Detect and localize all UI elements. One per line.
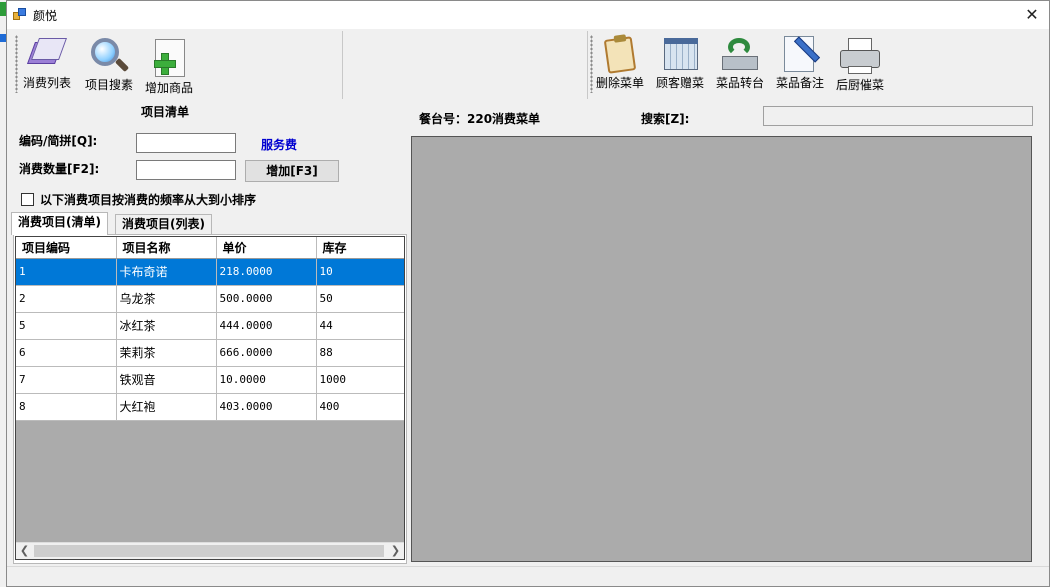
gift-dish-button[interactable]: 顾客赠菜 [656,34,704,91]
grid-header-row: 项目编码 项目名称 单价 库存 [16,237,404,259]
sort-checkbox-label: 以下消费项目按消费的频率从大到小排序 [40,193,257,207]
cell-name: 大红袍 [116,393,217,421]
app-icon [13,8,27,21]
consume-list-label: 消费列表 [23,76,72,90]
cell-stock: 44 [316,312,404,340]
consumed-menu-area[interactable] [411,136,1032,562]
kitchen-rush-button[interactable]: 后厨催菜 [836,36,884,93]
tab-consume-list[interactable]: 消费项目(列表) [115,214,212,234]
calendar-grid-icon [658,34,702,74]
transfer-table-label: 菜品转台 [716,76,765,90]
code-label: 编码/简拼[Q]: [19,134,98,148]
note-pencil-icon [778,34,822,74]
status-divider [7,566,1049,567]
table-row[interactable]: 8 大红袍 403.0000 400 [16,393,404,421]
table-row[interactable]: 1 卡布奇诺 218.0000 10 [16,258,404,286]
search-item-button[interactable]: 项目搜素 [85,36,133,93]
magnifier-icon [87,36,131,76]
cell-name: 冰红茶 [116,312,217,340]
cell-name: 茉莉茶 [116,339,217,367]
col-header-name[interactable]: 项目名称 [116,237,217,259]
window-title: 颜悦 [33,9,58,23]
sort-checkbox-row[interactable]: 以下消费项目按消费的频率从大到小排序 [21,191,256,208]
items-table: 项目编码 项目名称 单价 库存 1 卡布奇诺 218.0000 10 2 乌龙茶… [16,237,404,421]
toolbar-right: 删除菜单 顾客赠菜 菜品转台 菜品备注 后厨催菜 [587,31,892,99]
code-input[interactable] [136,133,236,153]
consume-list-icon [25,34,69,74]
toolbar-grip[interactable] [15,35,18,93]
cell-stock: 10 [316,258,404,286]
cell-code: 8 [16,393,117,421]
horizontal-scrollbar[interactable]: ❮ ❯ [16,542,404,559]
table-row[interactable]: 2 乌龙茶 500.0000 50 [16,285,404,313]
delete-menu-button[interactable]: 删除菜单 [596,34,644,91]
toolbar-grip-right[interactable] [590,35,593,93]
printer-icon [838,36,882,76]
cell-price: 666.0000 [216,339,317,367]
cell-price: 403.0000 [216,393,317,421]
panel-title: 项目清单 [141,105,190,119]
cell-code: 7 [16,366,117,394]
cell-code: 6 [16,339,117,367]
delete-menu-label: 删除菜单 [596,76,645,90]
title-bar: 颜悦 ✕ [7,1,1049,29]
add-item-button[interactable]: 增加商品 [145,39,193,96]
qty-input[interactable] [136,160,236,180]
transfer-icon [718,34,762,74]
scroll-right-icon[interactable]: ❯ [387,543,404,559]
transfer-table-button[interactable]: 菜品转台 [716,34,764,91]
cell-stock: 400 [316,393,404,421]
search-item-label: 项目搜素 [85,78,134,92]
scroll-left-icon[interactable]: ❮ [16,543,33,559]
table-row[interactable]: 5 冰红茶 444.0000 44 [16,312,404,340]
cell-name: 铁观音 [116,366,217,394]
clipboard-icon [598,34,642,74]
cell-price: 218.0000 [216,258,317,286]
cell-code: 2 [16,285,117,313]
scrollbar-thumb[interactable] [34,545,384,557]
cell-price: 500.0000 [216,285,317,313]
table-row[interactable]: 7 铁观音 10.0000 1000 [16,366,404,394]
table-number-label: 餐台号：220消费菜单 [419,112,541,126]
add-item-icon [147,39,191,79]
tab-consume-detail[interactable]: 消费项目(清单) [11,212,108,235]
kitchen-rush-label: 后厨催菜 [836,78,885,92]
cell-code: 5 [16,312,117,340]
items-grid[interactable]: 项目编码 项目名称 单价 库存 1 卡布奇诺 218.0000 10 2 乌龙茶… [15,236,405,560]
cell-stock: 1000 [316,366,404,394]
toolbar-left: 消费列表 项目搜素 增加商品 [13,31,343,99]
add-button[interactable]: 增加[F3] [245,160,339,182]
qty-label: 消费数量[F2]: [19,162,100,176]
service-fee-link[interactable]: 服务费 [261,136,297,153]
gift-dish-label: 顾客赠菜 [656,76,705,90]
col-header-price[interactable]: 单价 [216,237,317,259]
sort-checkbox[interactable] [21,193,34,206]
cell-name: 卡布奇诺 [116,258,217,286]
search-label: 搜索[Z]: [641,112,690,126]
col-header-code[interactable]: 项目编码 [16,237,117,259]
table-row[interactable]: 6 茉莉茶 666.0000 88 [16,339,404,367]
dish-note-button[interactable]: 菜品备注 [776,34,824,91]
cell-stock: 50 [316,285,404,313]
consume-list-button[interactable]: 消费列表 [23,34,71,91]
col-header-stock[interactable]: 库存 [316,237,404,259]
cell-stock: 88 [316,339,404,367]
cell-price: 444.0000 [216,312,317,340]
cell-price: 10.0000 [216,366,317,394]
main-window: 颜悦 ✕ 消费列表 项目搜素 增加商品 删除菜单 顾客赠菜 菜品转台 菜品备注 … [6,0,1050,587]
cell-code: 1 [16,258,117,286]
search-input[interactable] [763,106,1033,126]
cell-name: 乌龙茶 [116,285,217,313]
dish-note-label: 菜品备注 [776,76,825,90]
close-button[interactable]: ✕ [1015,1,1049,29]
add-item-label: 增加商品 [145,81,194,95]
